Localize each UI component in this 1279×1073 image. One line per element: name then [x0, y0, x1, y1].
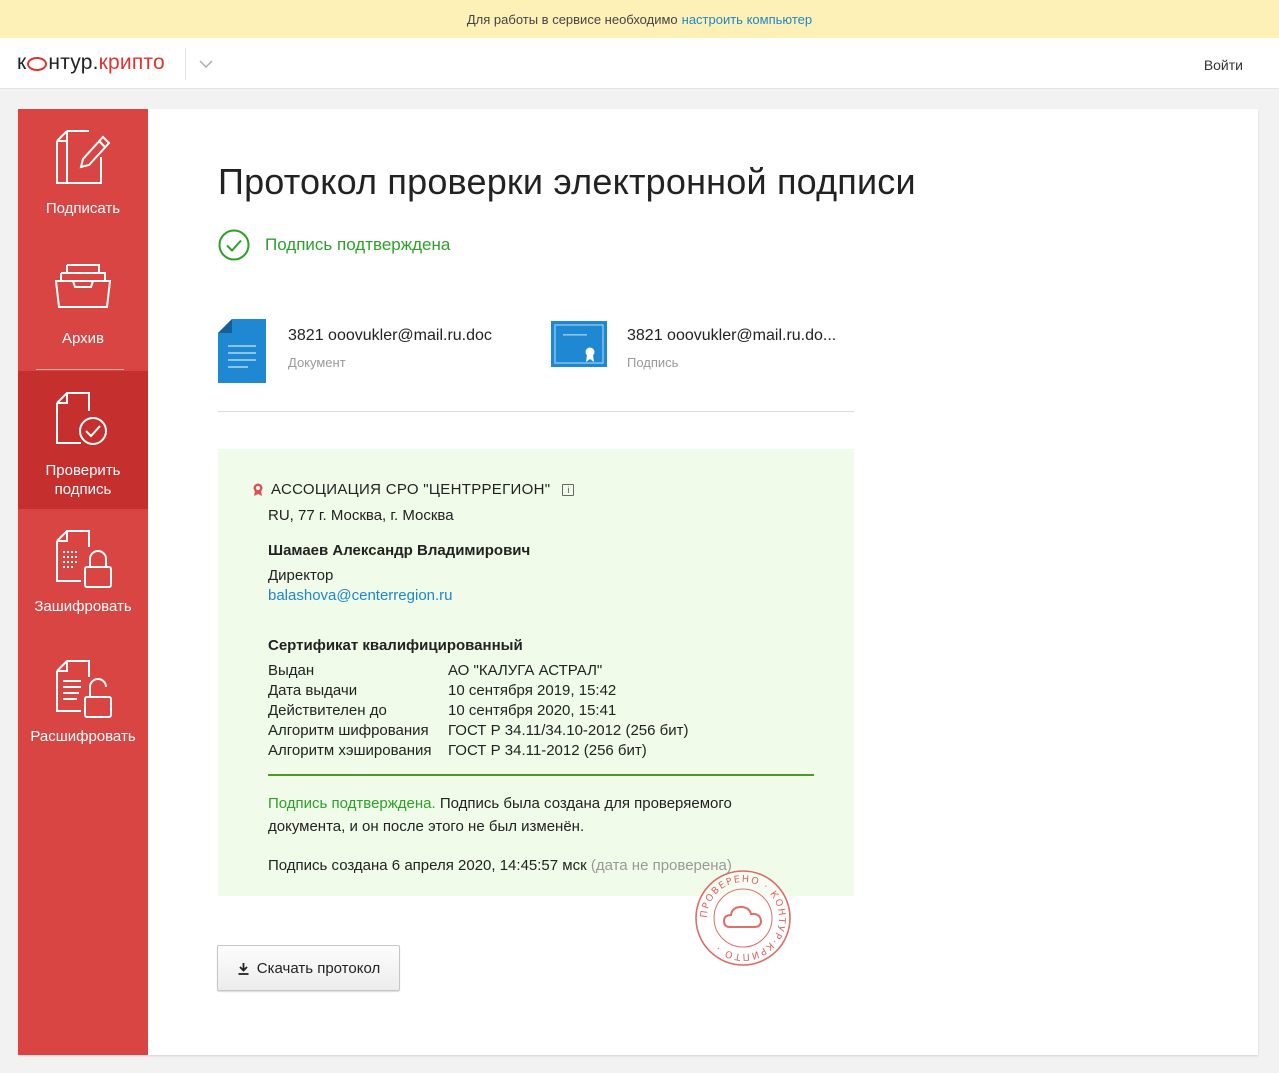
- org-name: АССОЦИАЦИЯ СРО "ЦЕНТРРЕГИОН": [271, 481, 551, 498]
- sidebar-item-verify[interactable]: Проверить подпись: [18, 371, 148, 509]
- detail-row: Выдан АО "КАЛУГА АСТРАЛ": [268, 661, 688, 681]
- sidebar-item-label: Архив: [61, 330, 105, 347]
- setup-computer-link[interactable]: настроить компьютер: [682, 12, 812, 27]
- verify-document-icon: [56, 392, 107, 445]
- detail-row: Алгоритм хэширования ГОСТ Р 34.11-2012 (2…: [268, 741, 688, 761]
- sidebar-item-label: Зашифровать: [34, 598, 132, 615]
- sidebar: Подписать Архив Проверить подпись Зашифр…: [18, 109, 148, 1055]
- signer-position: Директор: [268, 567, 334, 584]
- detail-row: Дата выдачи 10 сентября 2019, 15:42: [268, 681, 688, 701]
- status-text: Подпись подтверждена: [265, 235, 451, 254]
- sidebar-separator: [36, 369, 124, 370]
- section-divider: [218, 411, 854, 412]
- signature-file-type: Подпись: [627, 355, 679, 370]
- sidebar-item-encrypt[interactable]: Зашифровать: [18, 527, 148, 623]
- setup-banner: Для работы в сервисе необходимо настроит…: [0, 0, 1279, 38]
- detail-value: 10 сентября 2019, 15:42: [448, 682, 617, 699]
- main-card: Подписать Архив Проверить подпись Зашифр…: [18, 109, 1258, 1055]
- detail-row: Действителен до 10 сентября 2020, 15:41: [268, 701, 688, 721]
- org-location: RU, 77 г. Москва, г. Москва: [268, 507, 454, 524]
- detail-key: Выдан: [268, 662, 315, 679]
- signer-name: Шамаев Александр Владимирович: [268, 542, 531, 559]
- info-icon[interactable]: i: [562, 483, 575, 496]
- signature-created: Подпись создана 6 апреля 2020, 14:45:57 …: [268, 857, 732, 874]
- certificate-owner-org: АССОЦИАЦИЯ СРО "ЦЕНТРРЕГИОН" i: [252, 481, 575, 498]
- detail-value: ГОСТ Р 34.11-2012 (256 бит): [448, 742, 647, 759]
- top-header: к нтур. крипто Войти: [0, 38, 1279, 89]
- kontur-kripto-logo[interactable]: к нтур. крипто: [17, 51, 165, 75]
- certificate-details: Выдан АО "КАЛУГА АСТРАЛ" Дата выдачи 10 се…: [268, 661, 688, 761]
- logo-separator: [185, 48, 186, 80]
- download-icon: [238, 962, 249, 975]
- sidebar-item-label: Подписать: [45, 200, 121, 217]
- sidebar-item-label-line2: подпись: [54, 481, 112, 498]
- sign-document-icon: [56, 130, 111, 184]
- document-file[interactable]: 3821 ooovukler@mail.ru.doc Документ: [218, 319, 492, 383]
- main-content: Протокол проверки электронной подписи По…: [148, 109, 1258, 1055]
- signer-email-link[interactable]: balashova@centerregion.ru: [268, 587, 453, 604]
- download-button-label: Скачать протокол: [256, 959, 381, 977]
- certificate-panel: АССОЦИАЦИЯ СРО "ЦЕНТРРЕГИОН" i RU, 77 г.…: [218, 449, 854, 896]
- detail-key: Дата выдачи: [268, 682, 358, 699]
- archive-tray-icon: [54, 264, 112, 308]
- logo-o-mark-icon: [27, 57, 48, 71]
- page-title: Протокол проверки электронной подписи: [218, 161, 916, 202]
- sidebar-item-label-line1: Проверить: [45, 462, 121, 479]
- download-protocol-button[interactable]: Скачать протокол: [217, 945, 400, 991]
- chevron-down-icon[interactable]: [198, 58, 214, 70]
- verified-stamp-icon: ПРОВЕРЕНО · КОНТУР·КРИПТО ·: [695, 870, 791, 966]
- logo-text-mid: нтур.: [48, 51, 99, 74]
- sidebar-item-archive[interactable]: Архив: [18, 261, 148, 357]
- document-file-icon: [218, 319, 266, 383]
- verdict-divider: [268, 774, 814, 776]
- encrypt-lock-icon: [56, 530, 112, 588]
- certificate-seal-icon: [253, 483, 263, 496]
- detail-row: Алгоритм шифрования ГОСТ Р 34.11/34.10-20…: [268, 721, 688, 741]
- certificate-type: Сертификат квалифицированный: [268, 637, 523, 654]
- document-file-type: Документ: [288, 355, 346, 370]
- detail-value: ГОСТ Р 34.11/34.10-2012 (256 бит): [448, 722, 689, 739]
- signature-file[interactable]: 3821 ooovukler@mail.ru.do... Подпись: [551, 319, 836, 370]
- detail-key: Действителен до: [268, 702, 387, 719]
- signature-certificate-icon: [551, 321, 607, 367]
- sidebar-item-label: Расшифровать: [30, 728, 136, 745]
- sidebar-item-sign[interactable]: Подписать: [18, 127, 148, 223]
- detail-key: Алгоритм хэширования: [268, 742, 432, 759]
- decrypt-unlock-icon: [56, 660, 112, 718]
- detail-key: Алгоритм шифрования: [268, 722, 429, 739]
- login-link[interactable]: Войти: [1204, 57, 1243, 73]
- sidebar-item-decrypt[interactable]: Расшифровать: [18, 657, 148, 753]
- logo-text-start: к: [17, 51, 27, 74]
- check-circle-icon: [218, 229, 250, 261]
- verdict-text: Подпись подтверждена. Подпись была созда…: [268, 792, 778, 838]
- verification-status: Подпись подтверждена: [218, 229, 450, 261]
- verdict-ok: Подпись подтверждена.: [268, 795, 436, 812]
- detail-value: АО "КАЛУГА АСТРАЛ": [448, 662, 603, 679]
- document-file-name: 3821 ooovukler@mail.ru.doc: [288, 327, 492, 344]
- banner-text: Для работы в сервисе необходимо: [466, 11, 678, 27]
- signature-file-name: 3821 ooovukler@mail.ru.do...: [627, 327, 837, 344]
- logo-text-accent: крипто: [98, 51, 165, 74]
- detail-value: 10 сентября 2020, 15:41: [448, 702, 617, 719]
- created-date: Подпись создана 6 апреля 2020, 14:45:57 …: [268, 857, 587, 874]
